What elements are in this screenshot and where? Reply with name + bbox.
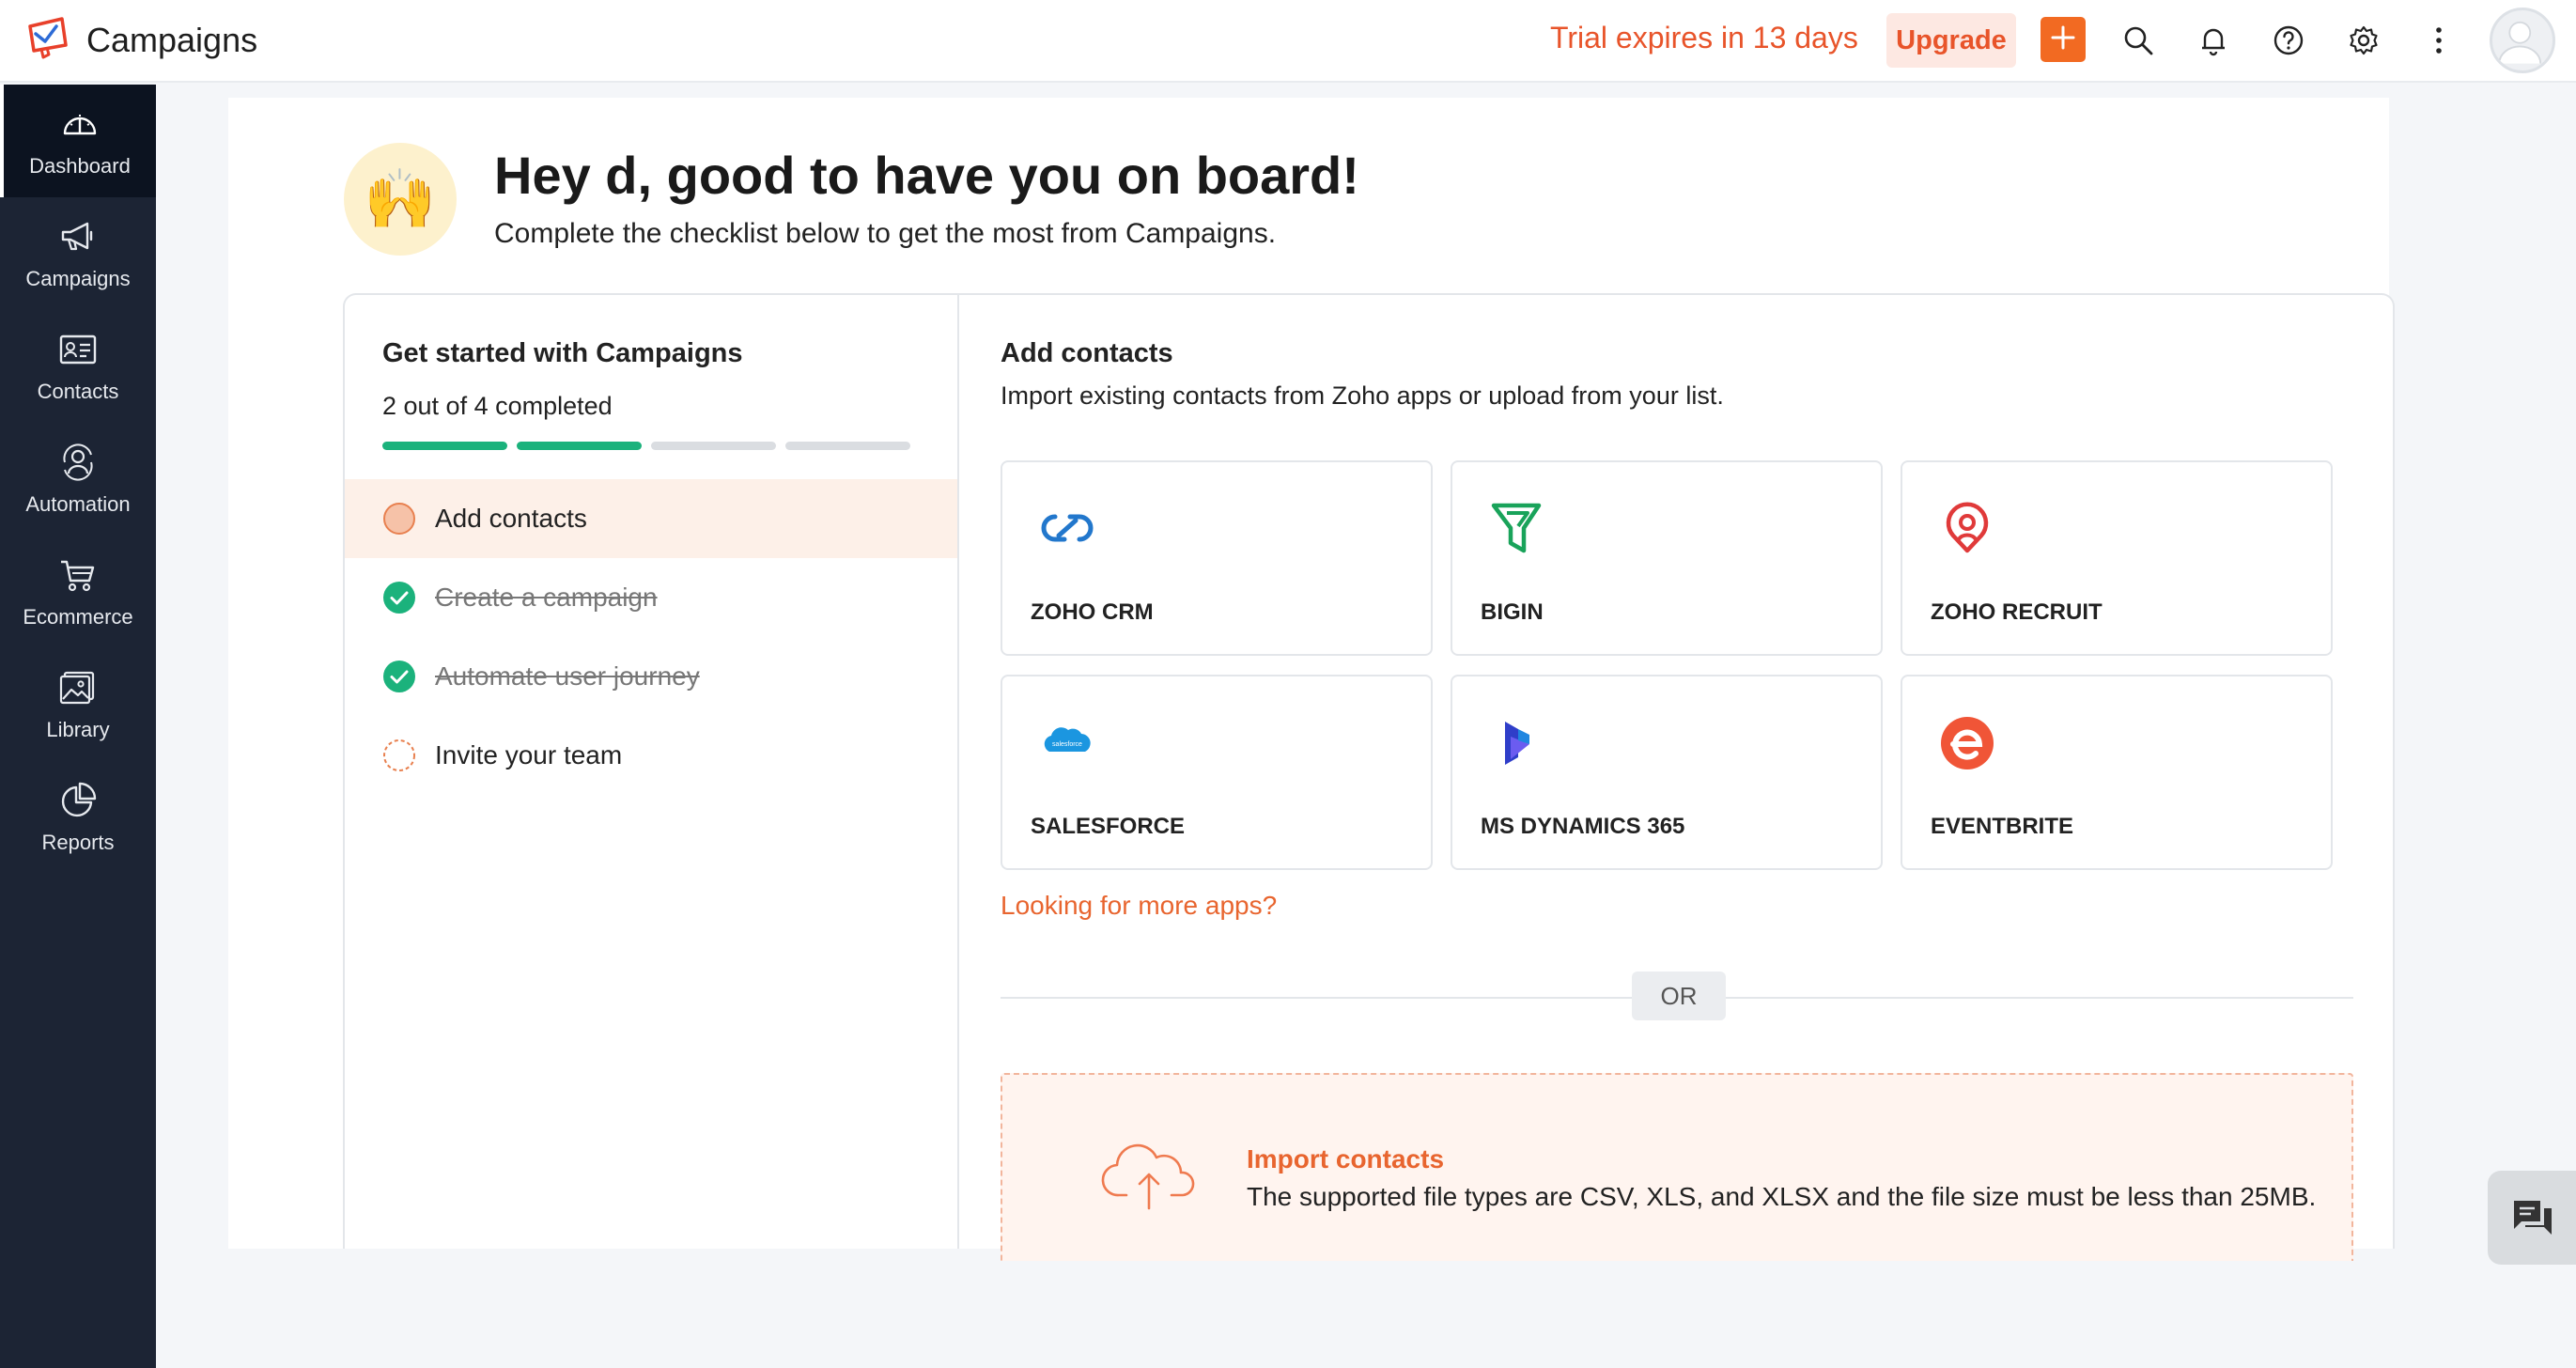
search-icon	[2124, 26, 2153, 55]
task-invite-team[interactable]: Invite your team	[345, 716, 957, 795]
image-icon	[59, 671, 95, 705]
app-tile-salesforce[interactable]: salesforce SALESFORCE	[1001, 675, 1433, 870]
user-icon	[2498, 21, 2542, 64]
app-tile-zoho-crm[interactable]: ZOHO CRM	[1001, 460, 1433, 656]
task-automate-user-journey[interactable]: Automate user journey	[345, 637, 957, 716]
task-add-contacts[interactable]: Add contacts	[345, 479, 957, 558]
cloud-upload-icon	[1101, 1143, 1195, 1210]
sidebar-item-ecommerce[interactable]: Ecommerce	[0, 536, 156, 648]
checklist-panel: Get started with Campaigns 2 out of 4 co…	[345, 295, 959, 1249]
app-name: MS DYNAMICS 365	[1481, 814, 1685, 839]
or-separator: OR	[1632, 972, 1726, 1020]
notifications-button[interactable]	[2192, 19, 2235, 62]
trial-expiry-text: Trial expires in 13 days	[1550, 21, 1858, 54]
task-label: Create a campaign	[435, 583, 658, 612]
onboarding-card: Get started with Campaigns 2 out of 4 co…	[343, 293, 2395, 1261]
sidebar-item-label: Ecommerce	[23, 605, 133, 629]
salesforce-icon: salesforce	[1036, 712, 1098, 774]
checklist-progress-bar	[382, 442, 910, 450]
help-button[interactable]	[2267, 19, 2310, 62]
sidebar-item-label: Campaigns	[25, 267, 131, 290]
ms-dynamics-icon	[1486, 712, 1548, 774]
app-tile-ms-dynamics[interactable]: MS DYNAMICS 365	[1451, 675, 1883, 870]
create-new-button[interactable]	[2041, 17, 2086, 62]
help-icon	[2273, 25, 2304, 55]
zoho-crm-icon	[1036, 498, 1098, 560]
bigin-icon	[1486, 498, 1548, 560]
megaphone-icon	[61, 222, 93, 251]
app-name: BIGIN	[1481, 599, 1544, 625]
search-button[interactable]	[2117, 19, 2160, 62]
salesforce-logo-text: salesforce	[1052, 741, 1082, 748]
checklist-progress-text: 2 out of 4 completed	[382, 392, 613, 420]
progress-segment	[785, 442, 910, 450]
settings-button[interactable]	[2342, 19, 2385, 62]
app-title: Campaigns	[86, 20, 258, 59]
chat-icon	[2514, 1201, 2552, 1235]
app-name: EVENTBRITE	[1931, 814, 2074, 839]
app-name: SALESFORCE	[1031, 814, 1186, 839]
bell-icon	[2202, 28, 2225, 56]
eventbrite-icon	[1936, 712, 1998, 774]
checklist-title: Get started with Campaigns	[382, 338, 743, 368]
sidebar-item-automation[interactable]: Automation	[0, 423, 156, 536]
sidebar-item-dashboard[interactable]: Dashboard	[0, 85, 156, 197]
campaigns-logo-icon	[24, 13, 73, 67]
sidebar: Dashboard Campaigns Contacts Automation …	[0, 85, 156, 1368]
sidebar-item-contacts[interactable]: Contacts	[0, 310, 156, 423]
app-tile-bigin[interactable]: BIGIN	[1451, 460, 1883, 656]
sidebar-item-label: Automation	[25, 492, 131, 516]
sidebar-item-reports[interactable]: Reports	[0, 761, 156, 874]
cart-icon	[61, 560, 95, 592]
sidebar-item-campaigns[interactable]: Campaigns	[0, 197, 156, 310]
sidebar-item-label: Reports	[41, 831, 115, 854]
pending-circle-icon	[383, 739, 415, 771]
brand[interactable]: Campaigns	[24, 13, 257, 67]
more-vertical-icon	[2436, 27, 2442, 54]
avatar[interactable]	[2490, 8, 2555, 73]
import-contacts-subtitle: The supported file types are CSV, XLS, a…	[1247, 1182, 2317, 1211]
check-circle-icon	[383, 661, 415, 692]
progress-segment	[517, 442, 642, 450]
plus-icon	[2049, 23, 2077, 56]
add-contacts-title: Add contacts	[1001, 338, 1173, 368]
page-title: Hey d, good to have you on board!	[494, 146, 1359, 205]
sidebar-item-library[interactable]: Library	[0, 648, 156, 761]
gear-icon	[2350, 25, 2378, 55]
top-bar: Campaigns Trial expires in 13 days Upgra…	[0, 0, 2576, 83]
task-label: Add contacts	[435, 504, 587, 533]
task-in-progress-icon	[383, 503, 415, 535]
task-create-campaign[interactable]: Create a campaign	[345, 558, 957, 637]
app-tile-eventbrite[interactable]: EVENTBRITE	[1901, 675, 2333, 870]
page-subtitle: Complete the checklist below to get the …	[494, 218, 1277, 249]
gauge-icon	[63, 115, 97, 135]
chat-button[interactable]	[2488, 1171, 2576, 1265]
pie-chart-icon	[61, 782, 97, 817]
import-contacts-title: Import contacts	[1247, 1144, 1445, 1174]
more-options-button[interactable]	[2417, 19, 2460, 62]
app-name: ZOHO CRM	[1031, 599, 1154, 625]
app-name: ZOHO RECRUIT	[1931, 599, 2103, 625]
progress-segment	[651, 442, 776, 450]
task-label: Invite your team	[435, 740, 623, 770]
add-contacts-subtitle: Import existing contacts from Zoho apps …	[1001, 381, 1724, 410]
more-apps-link[interactable]: Looking for more apps?	[1001, 891, 1277, 921]
upgrade-button[interactable]: Upgrade	[1886, 13, 2016, 68]
sidebar-item-label: Library	[46, 718, 110, 741]
sidebar-item-label: Dashboard	[29, 154, 131, 178]
import-contacts-dropzone[interactable]: Import contacts The supported file types…	[1001, 1073, 2353, 1261]
progress-segment	[382, 442, 507, 450]
raising-hands-emoji: 🙌	[344, 143, 457, 256]
check-circle-icon	[383, 582, 415, 614]
app-tile-zoho-recruit[interactable]: ZOHO RECRUIT	[1901, 460, 2333, 656]
contact-card-icon	[59, 334, 97, 365]
task-label: Automate user journey	[435, 661, 700, 691]
automation-icon	[63, 443, 93, 481]
sidebar-item-label: Contacts	[37, 380, 119, 403]
zoho-recruit-icon	[1936, 498, 1998, 560]
